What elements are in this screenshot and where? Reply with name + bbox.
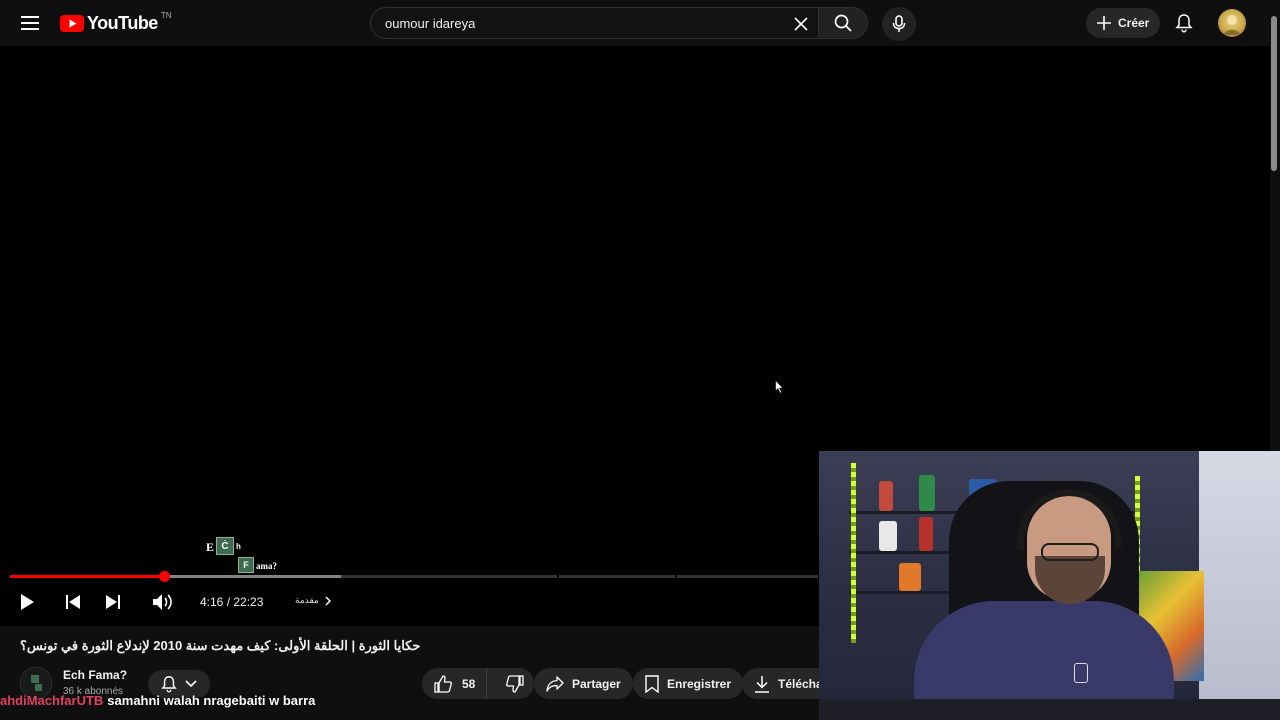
thumbs-up-icon xyxy=(434,674,452,693)
search-button[interactable] xyxy=(818,7,868,39)
figurine xyxy=(919,475,935,511)
download-icon xyxy=(755,675,769,693)
led-strip xyxy=(851,463,856,643)
page-scrollbar[interactable] xyxy=(1271,16,1277,171)
logo-text: YouTube xyxy=(87,12,158,33)
shelf xyxy=(849,551,949,554)
avatar-image-icon xyxy=(1224,15,1240,35)
like-count: 58 xyxy=(462,676,476,691)
bookmark-icon xyxy=(645,674,659,693)
share-button[interactable]: Partager xyxy=(534,668,633,699)
hamburger-icon xyxy=(21,16,39,30)
volume-icon xyxy=(153,594,172,610)
shelf xyxy=(849,591,949,594)
logo-tile-c: Ċ xyxy=(216,537,234,555)
create-button[interactable]: Créer xyxy=(1086,8,1160,38)
shirt-logo xyxy=(1074,663,1088,683)
progress-played xyxy=(10,575,164,578)
figurine xyxy=(879,481,893,511)
bell-icon xyxy=(1175,14,1193,33)
window xyxy=(1199,451,1280,720)
play-icon xyxy=(21,594,34,610)
chapter-button[interactable]: مقدمة xyxy=(295,595,331,606)
menu-button[interactable] xyxy=(14,7,46,39)
voice-search-button[interactable] xyxy=(882,7,916,41)
dislike-button[interactable] xyxy=(495,668,534,699)
microphone-icon xyxy=(892,15,906,32)
chapter-preview-logo: E Ċ h F ama? xyxy=(206,537,286,575)
chat-text: samahni walah nragebaiti w barra xyxy=(107,693,316,708)
plus-icon xyxy=(1097,16,1111,30)
search-icon xyxy=(834,14,852,32)
top-bar: YouTube TN oumour idareya Créer xyxy=(0,0,1280,46)
figurine xyxy=(899,563,921,591)
channel-name[interactable]: Ech Fama? xyxy=(63,668,127,682)
skip-next-icon xyxy=(106,595,120,609)
chevron-down-icon xyxy=(185,680,197,688)
figurine xyxy=(879,521,897,551)
volume-button[interactable] xyxy=(150,590,176,614)
search-input[interactable]: oumour idareya xyxy=(370,7,818,39)
create-label: Créer xyxy=(1118,16,1150,30)
progress-scrubber[interactable] xyxy=(159,571,170,582)
like-dislike-group: 58 xyxy=(422,668,534,699)
chat-username: ahdiMachfarUTB xyxy=(0,693,104,708)
notifications-button[interactable] xyxy=(1170,9,1198,37)
chapter-label: مقدمة xyxy=(295,595,319,605)
youtube-logo[interactable]: YouTube TN xyxy=(60,10,172,34)
mouse-cursor-icon xyxy=(775,380,784,394)
chapter-divider xyxy=(675,575,677,578)
logo-tile-f: F xyxy=(238,557,254,573)
thumbs-down-icon xyxy=(505,674,524,693)
save-label: Enregistrer xyxy=(667,676,732,691)
skip-previous-icon xyxy=(66,595,80,609)
logo-letter-h: h xyxy=(236,542,241,551)
youtube-play-icon xyxy=(60,14,84,32)
streamer-webcam xyxy=(819,451,1280,720)
chapter-divider xyxy=(557,575,559,578)
user-avatar[interactable] xyxy=(1218,9,1246,37)
save-button[interactable]: Enregistrer xyxy=(633,668,744,699)
search-query: oumour idareya xyxy=(385,16,476,31)
share-label: Partager xyxy=(572,676,621,691)
logo-letter-e: E xyxy=(206,540,215,554)
play-button[interactable] xyxy=(16,590,38,614)
previous-button[interactable] xyxy=(62,590,84,614)
chevron-right-icon xyxy=(325,595,331,606)
next-button[interactable] xyxy=(102,590,124,614)
logo-country-code: TN xyxy=(160,10,172,20)
share-icon xyxy=(546,675,564,692)
bell-icon xyxy=(161,676,177,693)
desk xyxy=(819,699,1280,720)
close-icon xyxy=(794,17,808,31)
logo-text-ama: ama? xyxy=(256,561,277,571)
clear-search-button[interactable] xyxy=(792,15,810,33)
like-button[interactable]: 58 xyxy=(422,668,488,699)
figurine xyxy=(919,517,933,551)
chat-overlay-message: ahdiMachfarUTB samahni walah nragebaiti w… xyxy=(0,693,315,708)
time-display: 4:16 / 22:23 xyxy=(200,595,264,609)
video-title: حكايا الثورة | الحلقة الأولى: كيف مهدت س… xyxy=(20,638,421,653)
